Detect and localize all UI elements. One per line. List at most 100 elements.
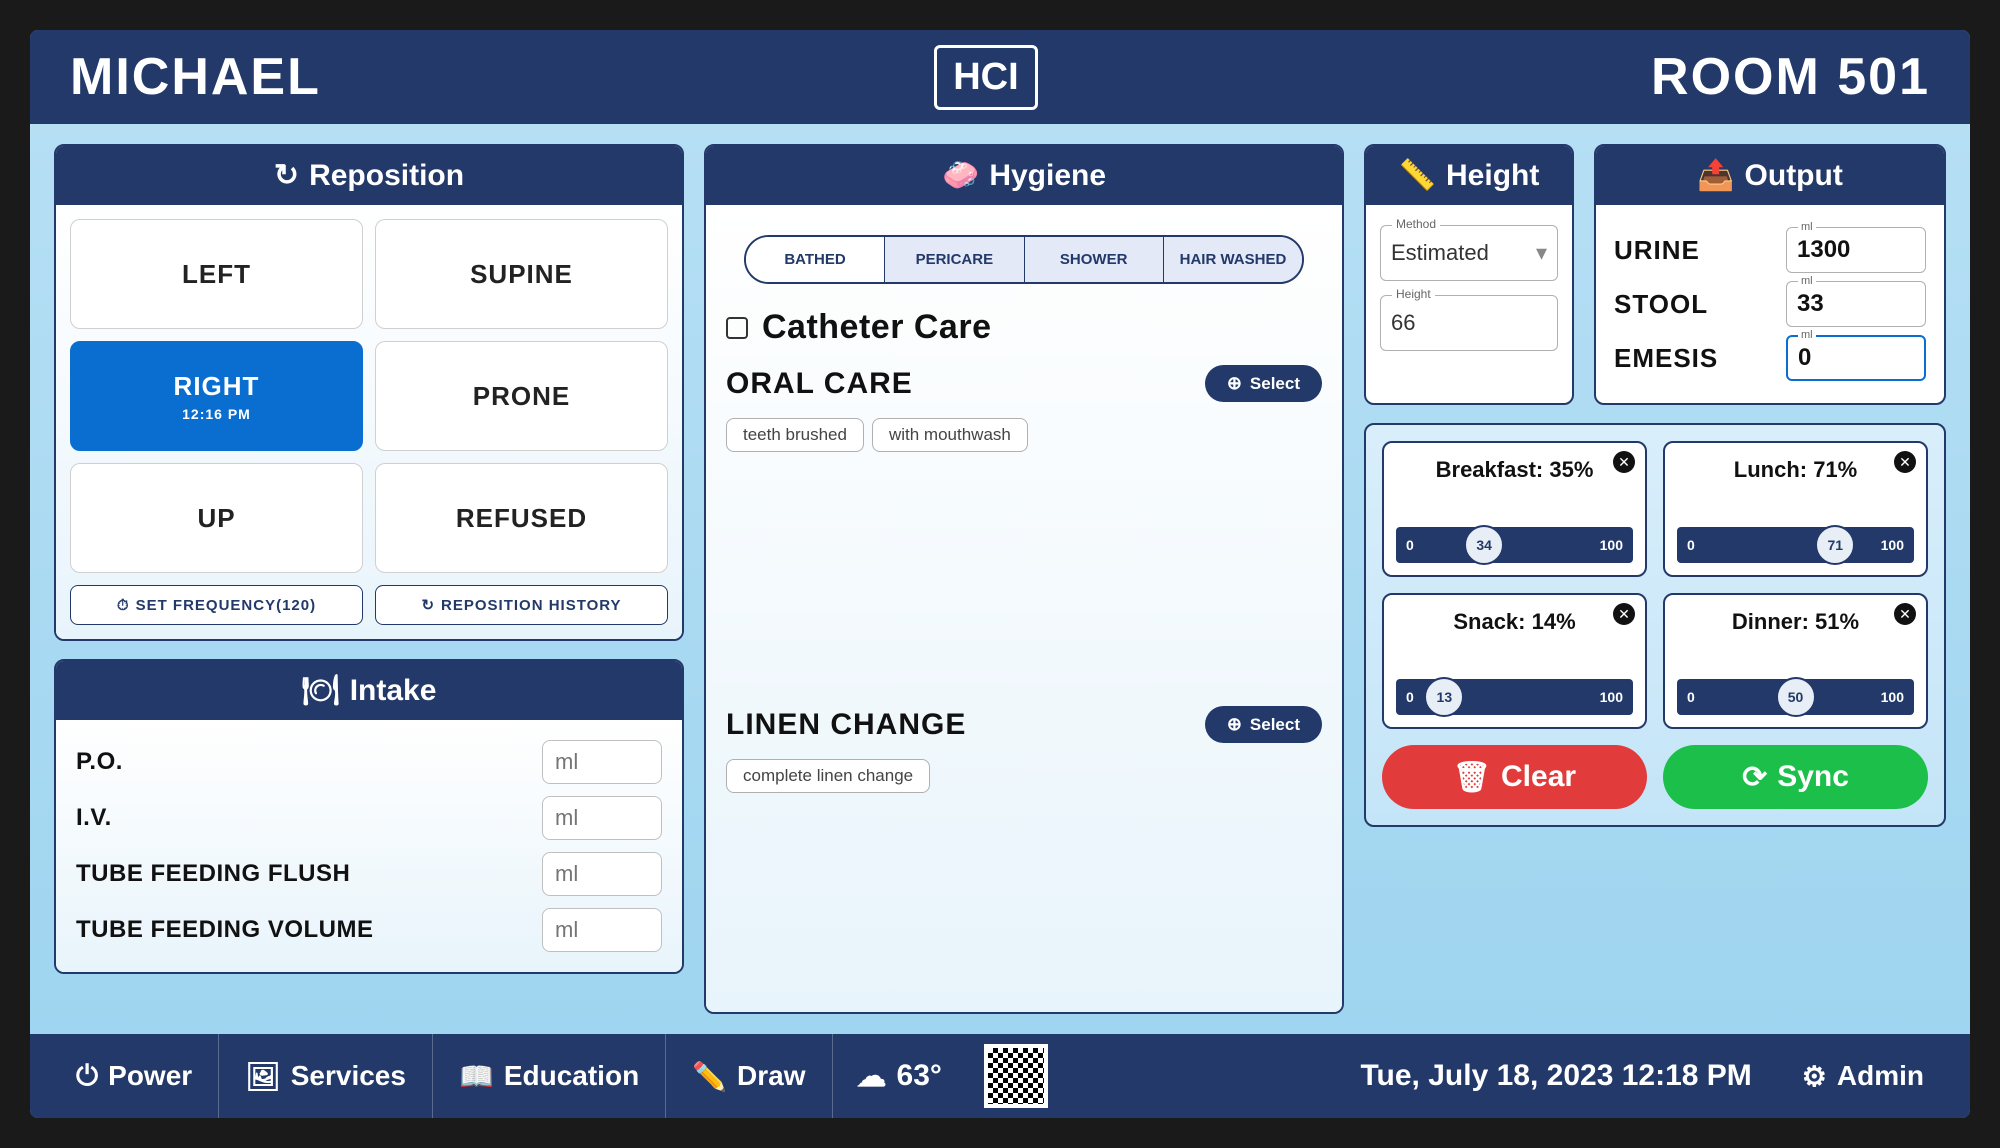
meal-snack: ✕Snack: 14%010013 xyxy=(1382,593,1647,729)
qr-code[interactable] xyxy=(984,1044,1048,1108)
trash-icon: 🗑 xyxy=(1453,760,1491,795)
output-panel: 📤 Output URINEmlSTOOLmlEMESISml xyxy=(1594,144,1946,405)
intake-header: 🍽 Intake xyxy=(56,661,682,720)
timer-icon: ⏱ xyxy=(117,597,130,614)
intake-row: TUBE FEEDING VOLUME xyxy=(70,902,668,958)
power-button[interactable]: ⏻ Power xyxy=(50,1034,219,1118)
meals-panel: ✕Breakfast: 35%010034✕Lunch: 71%010071✕S… xyxy=(1364,423,1946,827)
oral-select-button[interactable]: Select xyxy=(1205,365,1322,402)
draw-button[interactable]: ✏️ Draw xyxy=(666,1034,832,1118)
height-panel: 📏 Height Method Estimated ▾ Height xyxy=(1364,144,1574,405)
room-number: ROOM 501 xyxy=(1651,47,1930,107)
output-input[interactable] xyxy=(1786,227,1926,273)
middle-column: 🧼 Hygiene BATHEDPERICARESHOWERHAIR WASHE… xyxy=(704,144,1344,1014)
meal-slider[interactable]: 010050 xyxy=(1677,679,1914,715)
slider-knob[interactable]: 71 xyxy=(1815,525,1855,565)
hygiene-segments: BATHEDPERICARESHOWERHAIR WASHED xyxy=(744,235,1304,284)
reposition-supine[interactable]: SUPINE xyxy=(375,219,668,329)
set-frequency-button[interactable]: ⏱ SET FREQUENCY(120) xyxy=(70,585,363,625)
reposition-title: Reposition xyxy=(309,159,464,193)
topbar: MICHAEL HCI ROOM 501 xyxy=(30,30,1970,124)
history-icon: ↻ xyxy=(421,596,435,614)
chip[interactable]: with mouthwash xyxy=(872,418,1028,452)
segment-bathed[interactable]: BATHED xyxy=(746,237,885,282)
catheter-checkbox[interactable] xyxy=(726,317,748,339)
meal-slider[interactable]: 010013 xyxy=(1396,679,1633,715)
reposition-up[interactable]: UP xyxy=(70,463,363,573)
intake-row: TUBE FEEDING FLUSH xyxy=(70,846,668,902)
cloud-icon: ☁ xyxy=(857,1059,887,1094)
height-input[interactable] xyxy=(1380,295,1558,351)
ruler-icon: 📏 xyxy=(1399,158,1436,193)
height-label: Height xyxy=(1392,287,1435,301)
intake-row: I.V. xyxy=(70,790,668,846)
intake-input[interactable] xyxy=(542,740,662,784)
sync-button[interactable]: ⟳ Sync xyxy=(1663,745,1928,809)
hygiene-header: 🧼 Hygiene xyxy=(706,146,1342,205)
meal-lunch: ✕Lunch: 71% 010071 xyxy=(1663,441,1928,577)
education-button[interactable]: 📖 Education xyxy=(433,1034,666,1118)
intake-input[interactable] xyxy=(542,908,662,952)
reposition-prone[interactable]: PRONE xyxy=(375,341,668,451)
reposition-left[interactable]: LEFT xyxy=(70,219,363,329)
output-input[interactable] xyxy=(1786,335,1926,381)
history-icon: ↻ xyxy=(274,158,299,193)
pencil-icon: ✏️ xyxy=(692,1060,727,1093)
reposition-right[interactable]: RIGHT12:16 PM xyxy=(70,341,363,451)
slider-knob[interactable]: 50 xyxy=(1776,677,1816,717)
reposition-time: 12:16 PM xyxy=(182,406,251,422)
clear-button[interactable]: 🗑 Clear xyxy=(1382,745,1647,809)
segment-hair-washed[interactable]: HAIR WASHED xyxy=(1164,237,1302,282)
hygiene-title: Hygiene xyxy=(989,159,1106,193)
services-button[interactable]: 🖼 Services xyxy=(219,1034,433,1118)
close-icon[interactable]: ✕ xyxy=(1613,603,1635,625)
reposition-history-button[interactable]: ↻ REPOSITION HISTORY xyxy=(375,585,668,625)
chip[interactable]: teeth brushed xyxy=(726,418,864,452)
close-icon[interactable]: ✕ xyxy=(1894,451,1916,473)
sync-icon: ⟳ xyxy=(1742,760,1767,795)
meal-slider[interactable]: 010034 xyxy=(1396,527,1633,563)
intake-input[interactable] xyxy=(542,852,662,896)
intake-panel: 🍽 Intake P.O.I.V. TUBE FEEDING FLUSH TUBE … xyxy=(54,659,684,974)
image-icon: 🖼 xyxy=(245,1060,281,1093)
meal-title: Dinner: 51% xyxy=(1677,609,1914,635)
close-icon[interactable]: ✕ xyxy=(1894,603,1916,625)
intake-icon: 🍽 xyxy=(302,673,340,708)
reposition-header: ↻ Reposition xyxy=(56,146,682,205)
content: ↻ Reposition LEFTSUPINERIGHT12:16 PMPRON… xyxy=(30,124,1970,1034)
output-header: 📤 Output xyxy=(1596,146,1944,205)
segment-pericare[interactable]: PERICARE xyxy=(885,237,1024,282)
slider-knob[interactable]: 13 xyxy=(1424,677,1464,717)
linen-change-title: LINEN CHANGE xyxy=(726,708,1191,742)
output-input[interactable] xyxy=(1786,281,1926,327)
intake-input[interactable] xyxy=(542,796,662,840)
datetime: Tue, July 18, 2023 12:18 PM xyxy=(1336,1059,1775,1093)
output-row: STOOLml xyxy=(1614,281,1926,327)
left-column: ↻ Reposition LEFTSUPINERIGHT12:16 PMPRON… xyxy=(54,144,684,1014)
hci-logo: HCI xyxy=(934,45,1037,110)
intake-row: P.O. xyxy=(70,734,668,790)
reposition-refused[interactable]: REFUSED xyxy=(375,463,668,573)
meal-slider[interactable]: 010071 xyxy=(1677,527,1914,563)
method-select[interactable]: Estimated ▾ xyxy=(1380,225,1558,281)
meal-title: Lunch: 71% xyxy=(1677,457,1914,483)
catheter-label: Catheter Care xyxy=(762,308,1322,347)
meal-breakfast: ✕Breakfast: 35%010034 xyxy=(1382,441,1647,577)
slider-knob[interactable]: 34 xyxy=(1464,525,1504,565)
height-header: 📏 Height xyxy=(1366,146,1572,205)
gear-icon: ⚙ xyxy=(1802,1060,1827,1093)
intake-label: TUBE FEEDING FLUSH xyxy=(76,860,350,888)
hygiene-panel: 🧼 Hygiene BATHEDPERICARESHOWERHAIR WASHE… xyxy=(704,144,1344,1014)
linen-select-button[interactable]: Select xyxy=(1205,706,1322,743)
close-icon[interactable]: ✕ xyxy=(1613,451,1635,473)
output-row: URINEml xyxy=(1614,227,1926,273)
admin-button[interactable]: ⚙ Admin xyxy=(1776,1034,1950,1118)
output-label: STOOL xyxy=(1614,289,1708,320)
meal-dinner: ✕Dinner: 51% 010050 xyxy=(1663,593,1928,729)
chip[interactable]: complete linen change xyxy=(726,759,930,793)
book-icon: 📖 xyxy=(459,1060,494,1093)
temperature: 63° xyxy=(897,1059,942,1093)
segment-shower[interactable]: SHOWER xyxy=(1025,237,1164,282)
method-label: Method xyxy=(1392,217,1440,231)
reposition-panel: ↻ Reposition LEFTSUPINERIGHT12:16 PMPRON… xyxy=(54,144,684,641)
